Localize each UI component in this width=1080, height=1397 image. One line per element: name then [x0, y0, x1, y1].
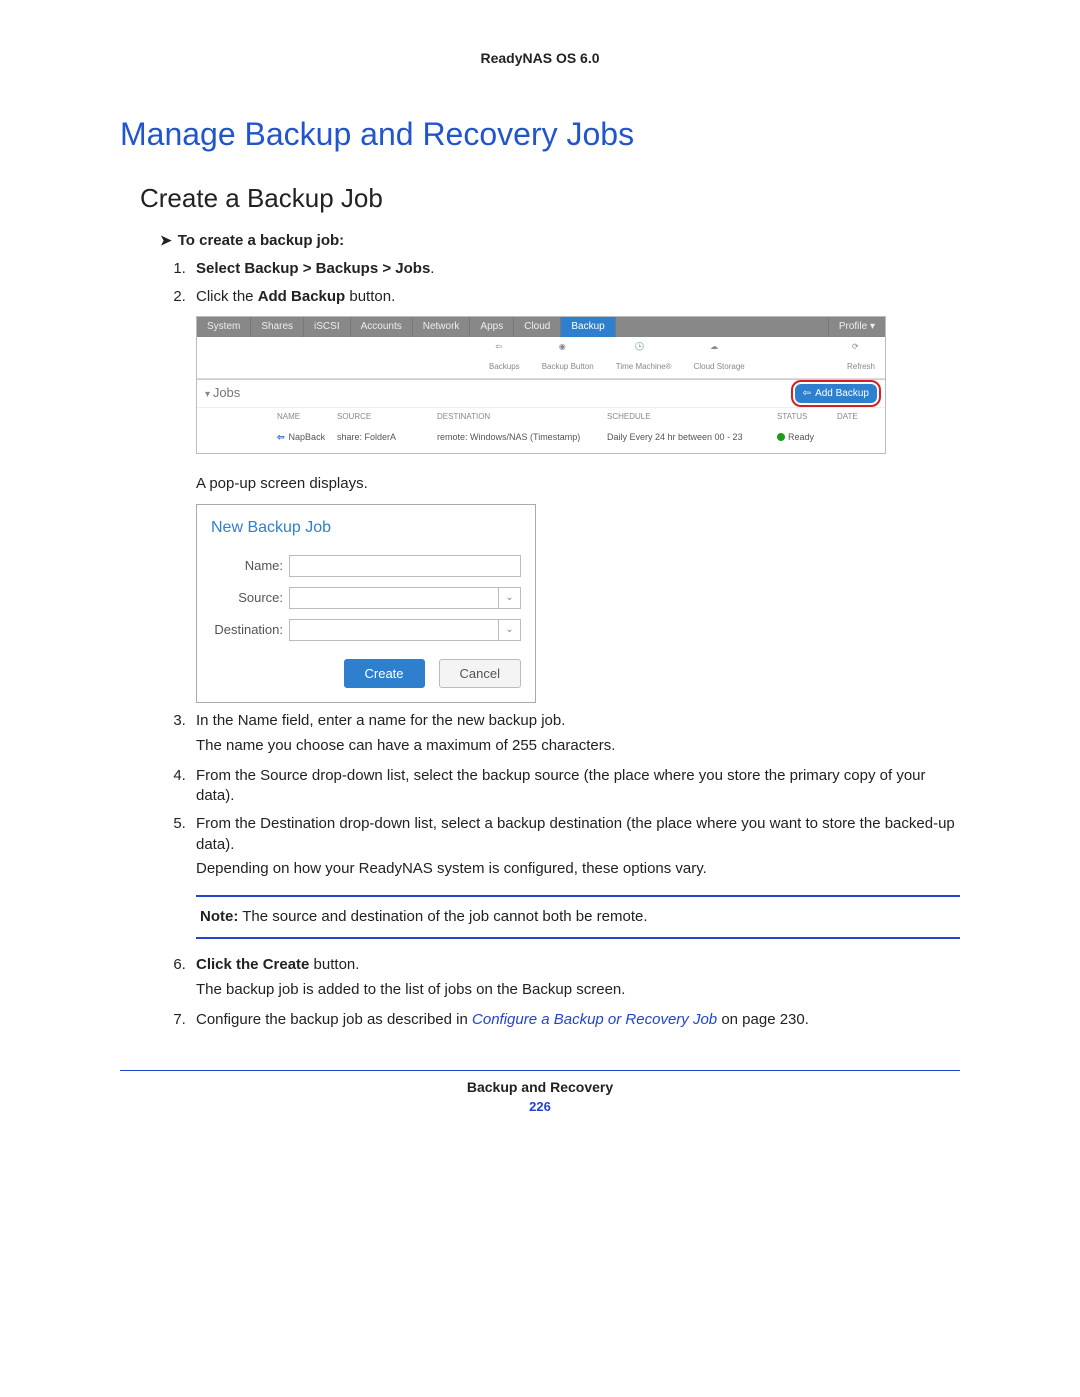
app-screenshot: System Shares iSCSI Accounts Network App…: [196, 316, 886, 454]
nav-tabs: System Shares iSCSI Accounts Network App…: [197, 317, 885, 337]
tab-backup[interactable]: Backup: [561, 317, 615, 337]
tab-apps[interactable]: Apps: [470, 317, 514, 337]
arrow-icon: ➤: [160, 232, 172, 249]
toolbar: ⇦ Backups ◉ Backup Button 🕒 Time Machine…: [197, 337, 885, 379]
cancel-button[interactable]: Cancel: [439, 659, 521, 689]
name-label: Name:: [211, 557, 289, 575]
destination-field[interactable]: [289, 619, 499, 641]
tab-system[interactable]: System: [197, 317, 251, 337]
name-field[interactable]: [289, 555, 521, 577]
toolbar-backups[interactable]: ⇦ Backups: [489, 342, 520, 373]
tab-shares[interactable]: Shares: [251, 317, 304, 337]
tab-accounts[interactable]: Accounts: [351, 317, 413, 337]
jobs-title: Jobs: [205, 384, 240, 402]
page-header: ReadyNAS OS 6.0: [120, 50, 960, 66]
footer-rule: [120, 1070, 960, 1071]
job-icon: ⇦: [277, 431, 285, 443]
heading-2: Create a Backup Job: [140, 183, 960, 214]
dialog-title: New Backup Job: [211, 517, 521, 539]
table-row[interactable]: ⇦NapBack share: FolderA remote: Windows/…: [197, 427, 885, 453]
source-dropdown-icon[interactable]: ⌄: [499, 587, 521, 609]
cloud-icon: ☁: [710, 342, 728, 360]
profile-menu[interactable]: Profile ▾: [828, 317, 885, 337]
tab-network[interactable]: Network: [413, 317, 471, 337]
clock-icon: 🕒: [635, 342, 653, 360]
step-5: From the Destination drop-down list, sel…: [190, 814, 960, 939]
popup-intro-text: A pop-up screen displays.: [196, 474, 960, 494]
tab-iscsi[interactable]: iSCSI: [304, 317, 351, 337]
step-2: Click the Add Backup button. System Shar…: [190, 287, 960, 703]
footer-section: Backup and Recovery: [120, 1079, 960, 1095]
toolbar-backup-button[interactable]: ◉ Backup Button: [542, 342, 594, 373]
step-3: In the Name field, enter a name for the …: [190, 711, 960, 756]
cross-ref-link[interactable]: Configure a Backup or Recovery Job: [472, 1011, 717, 1028]
heading-1: Manage Backup and Recovery Jobs: [120, 116, 960, 153]
destination-dropdown-icon[interactable]: ⌄: [499, 619, 521, 641]
jobs-panel-header: Jobs ⇦ Add Backup: [197, 379, 885, 408]
task-heading: ➤To create a backup job:: [160, 232, 960, 249]
backup-button-icon: ◉: [559, 342, 577, 360]
backups-icon: ⇦: [495, 342, 513, 360]
note-block: Note: The source and destination of the …: [196, 895, 960, 939]
toolbar-cloud-storage[interactable]: ☁ Cloud Storage: [694, 342, 745, 373]
step-list: Select Backup > Backups > Jobs. Click th…: [190, 259, 960, 1030]
source-field[interactable]: [289, 587, 499, 609]
status-dot-icon: [777, 433, 785, 441]
source-label: Source:: [211, 589, 289, 607]
destination-label: Destination:: [211, 621, 289, 639]
refresh-icon: ⟳: [852, 342, 870, 360]
step-7: Configure the backup job as described in…: [190, 1010, 960, 1030]
table-header: NAME SOURCE DESTINATION SCHEDULE STATUS …: [197, 407, 885, 427]
step-4: From the Source drop-down list, select t…: [190, 766, 960, 807]
footer-page-number: 226: [120, 1099, 960, 1114]
step-1: Select Backup > Backups > Jobs.: [190, 259, 960, 279]
toolbar-refresh[interactable]: ⟳ Refresh: [847, 342, 875, 373]
create-button[interactable]: Create: [344, 659, 425, 689]
toolbar-time-machine[interactable]: 🕒 Time Machine®: [616, 342, 672, 373]
dialog-screenshot: New Backup Job Name: Source: ⌄ Destinati…: [196, 504, 536, 703]
add-backup-icon: ⇦: [803, 387, 811, 401]
add-backup-button[interactable]: ⇦ Add Backup: [795, 384, 877, 404]
tab-cloud[interactable]: Cloud: [514, 317, 561, 337]
step-6: Click the Create button. The backup job …: [190, 955, 960, 1000]
